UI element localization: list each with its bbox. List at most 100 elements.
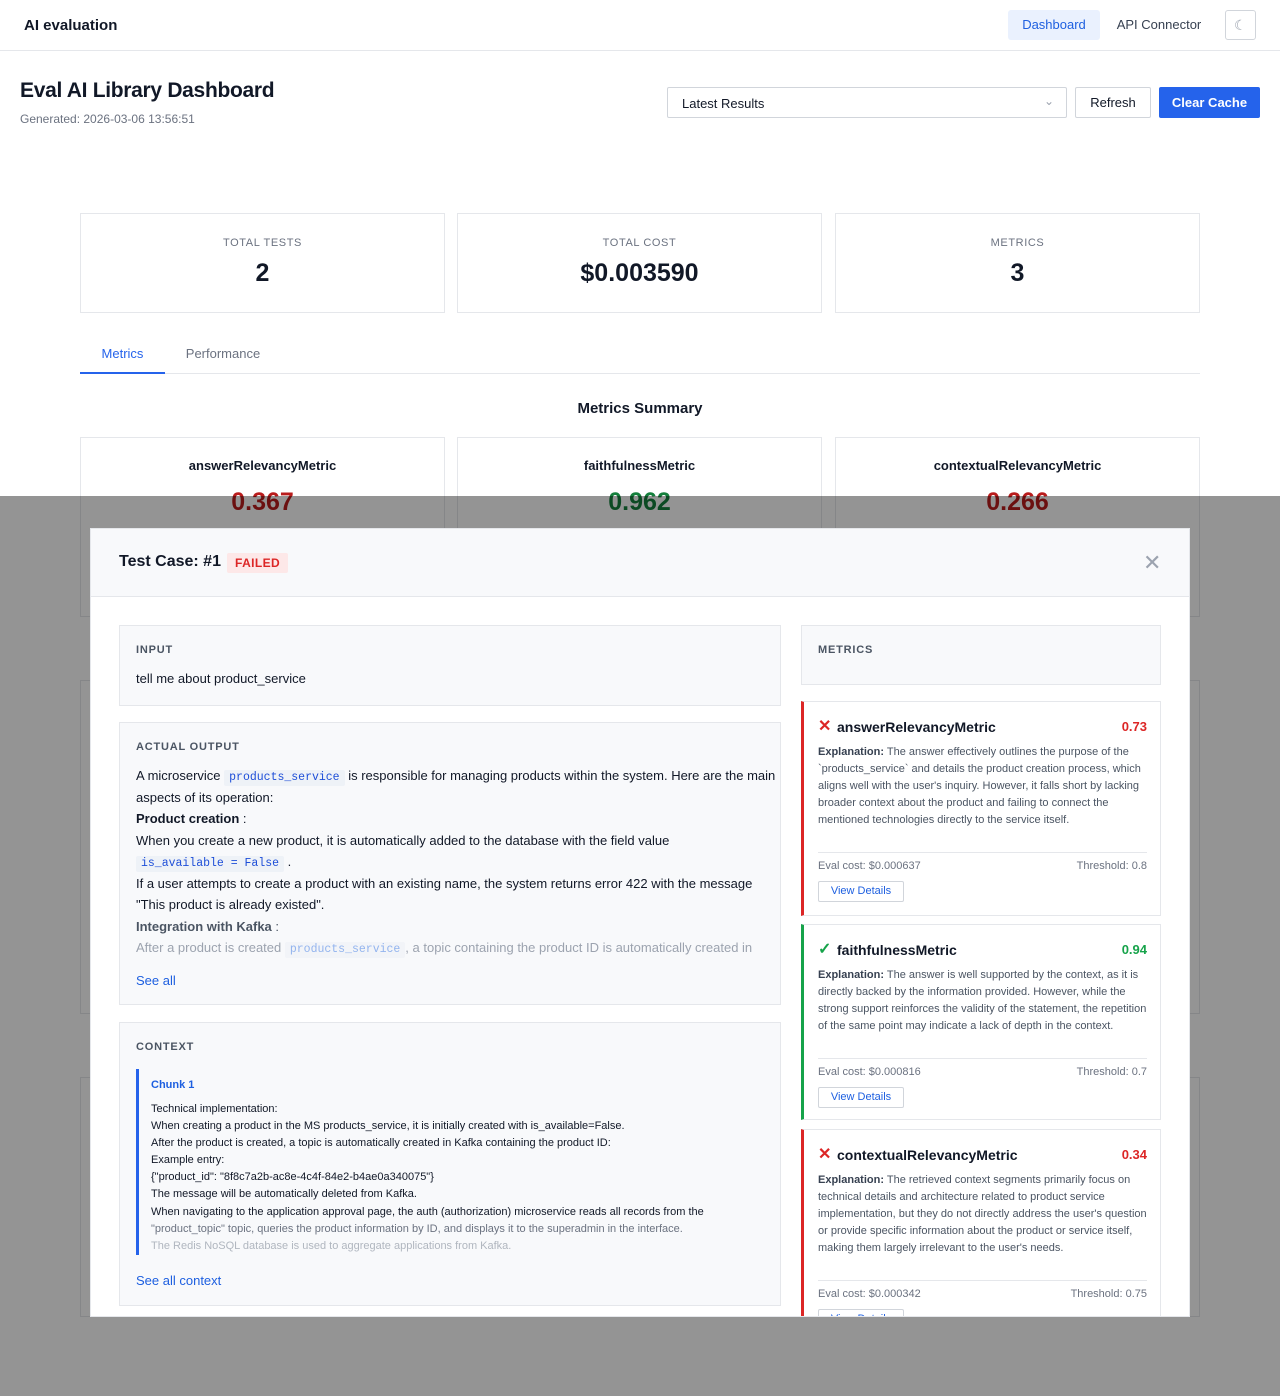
view-details-button[interactable]: View Details [818,1087,904,1108]
stat-label: METRICS [990,237,1045,249]
refresh-button[interactable]: Refresh [1075,87,1151,118]
nav-dashboard[interactable]: Dashboard [1008,10,1100,40]
summary-metric-name: answerRelevancyMetric [188,458,337,473]
chunk-line: {"product_id": "8f8c7a2b-ac8e-4c4f-84e2-… [151,1171,434,1184]
moon-icon: ☾ [1234,17,1247,33]
explanation-label: Explanation: [818,746,885,758]
metrics-summary-title: Metrics Summary [577,400,703,417]
stat-label: TOTAL COST [602,237,677,249]
output-text: If a user attempts to create a product w… [136,875,753,913]
stat-value: 2 [255,259,270,287]
divider [818,1058,1147,1059]
chunk-line: When creating a product in the MS produc… [151,1120,625,1133]
tab-metrics[interactable]: Metrics [80,336,165,374]
metrics-panel-header: METRICS [801,625,1161,685]
metric-score: 0.73 [1121,719,1147,734]
close-icon[interactable]: ✕ [1143,551,1161,575]
eval-cost: Eval cost: $0.000637 [818,860,921,872]
actual-output-text: A microservice products_service is respo… [136,765,776,959]
metric-name: contextualRelevancyMetric [837,1147,1018,1163]
check-icon: ✓ [818,941,832,958]
stat-card-total-tests: TOTAL TESTS 2 [80,213,445,313]
tab-bar: Metrics Performance [80,336,1200,374]
metric-explanation: Explanation: The answer effectively outl… [818,744,1148,829]
chevron-down-icon: ⌄ [1043,94,1054,108]
output-text: When you create a new product, it is aut… [136,832,670,848]
metric-name: answerRelevancyMetric [837,719,996,735]
metric-explanation: Explanation: The retrieved context segme… [818,1172,1148,1257]
metric-result-card: ✕ answerRelevancyMetric 0.73 Explanation… [801,701,1161,916]
input-panel: INPUT tell me about product_service [119,625,781,706]
brand-title[interactable]: AI evaluation [24,17,117,34]
chunk-line: The Redis NoSQL database is used to aggr… [151,1239,512,1252]
metric-name: faithfulnessMetric [837,942,957,958]
nav-api-connector[interactable]: API Connector [1108,10,1210,40]
context-label: CONTEXT [136,1041,195,1053]
chunk-line: Technical implementation: [151,1103,278,1115]
output-text: A microservice [136,768,221,783]
results-select-value: Latest Results [682,96,765,111]
output-text: : [239,811,247,826]
chunk-line: When navigating to the application appro… [151,1205,704,1218]
explanation-label: Explanation: [818,1174,885,1186]
stat-value: $0.003590 [580,259,699,287]
results-select[interactable]: Latest Results ⌄ [667,87,1067,118]
stat-card-total-cost: TOTAL COST $0.003590 [457,213,822,313]
page-title: Eval AI Library Dashboard [20,79,275,102]
eval-cost: Eval cost: $0.000342 [818,1288,921,1300]
modal-header: Test Case: #1 FAILED ✕ [91,529,1189,597]
metric-result-card: ✓ faithfulnessMetric 0.94 Explanation: T… [801,924,1161,1120]
divider [818,852,1147,853]
output-heading: Product creation [136,811,240,826]
metric-explanation: Explanation: The answer is well supporte… [818,967,1148,1035]
fail-x-icon: ✕ [818,718,832,735]
summary-metric-name: contextualRelevancyMetric [933,458,1102,473]
top-nav: AI evaluation Dashboard API Connector ☾ [0,0,1280,51]
explanation-text: The retrieved context segments primarily… [818,1174,1147,1254]
clear-cache-button[interactable]: Clear Cache [1159,87,1260,118]
inline-code: products_service [224,770,345,786]
threshold: Threshold: 0.8 [1076,860,1147,872]
metric-score: 0.34 [1121,1147,1147,1162]
metric-score: 0.94 [1121,942,1147,957]
input-text: tell me about product_service [136,671,306,686]
see-all-link[interactable]: See all [136,973,176,988]
see-all-context-link[interactable]: See all context [136,1273,221,1288]
actual-output-label: ACTUAL OUTPUT [136,741,240,753]
output-text: , a topic containing the product ID is a… [405,940,753,955]
explanation-text: The answer effectively outlines the purp… [818,746,1141,826]
context-panel: CONTEXT Chunk 1 Technical implementation… [119,1022,781,1306]
inline-code: products_service [284,942,406,958]
chunk-line: "product_topic" topic, queries the produ… [151,1222,683,1235]
chunk-line: The message will be automatically delete… [151,1188,417,1201]
test-case-modal: Test Case: #1 FAILED ✕ INPUT tell me abo… [90,528,1190,1317]
output-text: . [284,854,292,869]
divider [818,1280,1147,1281]
view-details-button[interactable]: View Details [818,881,904,902]
modal-title: Test Case: #1 [119,553,221,570]
chunk-line: Example entry: [151,1154,225,1167]
context-chunk: Chunk 1 Technical implementation: When c… [136,1069,766,1255]
tab-performance[interactable]: Performance [173,336,273,374]
generated-timestamp: Generated: 2026-03-06 13:56:51 [20,112,195,126]
output-text: : [271,918,280,934]
metric-result-card: ✕ contextualRelevancyMetric 0.34 Explana… [801,1129,1161,1316]
threshold: Threshold: 0.75 [1070,1288,1147,1300]
actual-output-panel: ACTUAL OUTPUT A microservice products_se… [119,722,781,1005]
chunk-text: Technical implementation: When creating … [151,1101,766,1255]
threshold: Threshold: 0.7 [1076,1066,1147,1078]
stat-value: 3 [1010,259,1025,287]
chunk-line: After the product is created, a topic is… [151,1137,611,1150]
inline-code: is_available = False [136,856,285,872]
fail-x-icon: ✕ [818,1146,832,1163]
chunk-label: Chunk 1 [151,1079,195,1091]
input-label: INPUT [136,644,173,656]
stat-label: TOTAL TESTS [223,237,302,249]
view-details-button[interactable]: View Details [818,1309,904,1316]
output-text: After a product is created [136,940,282,955]
theme-toggle-button[interactable]: ☾ [1225,10,1256,40]
explanation-label: Explanation: [818,969,885,981]
metrics-label: METRICS [818,644,874,656]
status-badge: FAILED [227,553,289,573]
output-heading: Integration with Kafka [136,918,272,934]
